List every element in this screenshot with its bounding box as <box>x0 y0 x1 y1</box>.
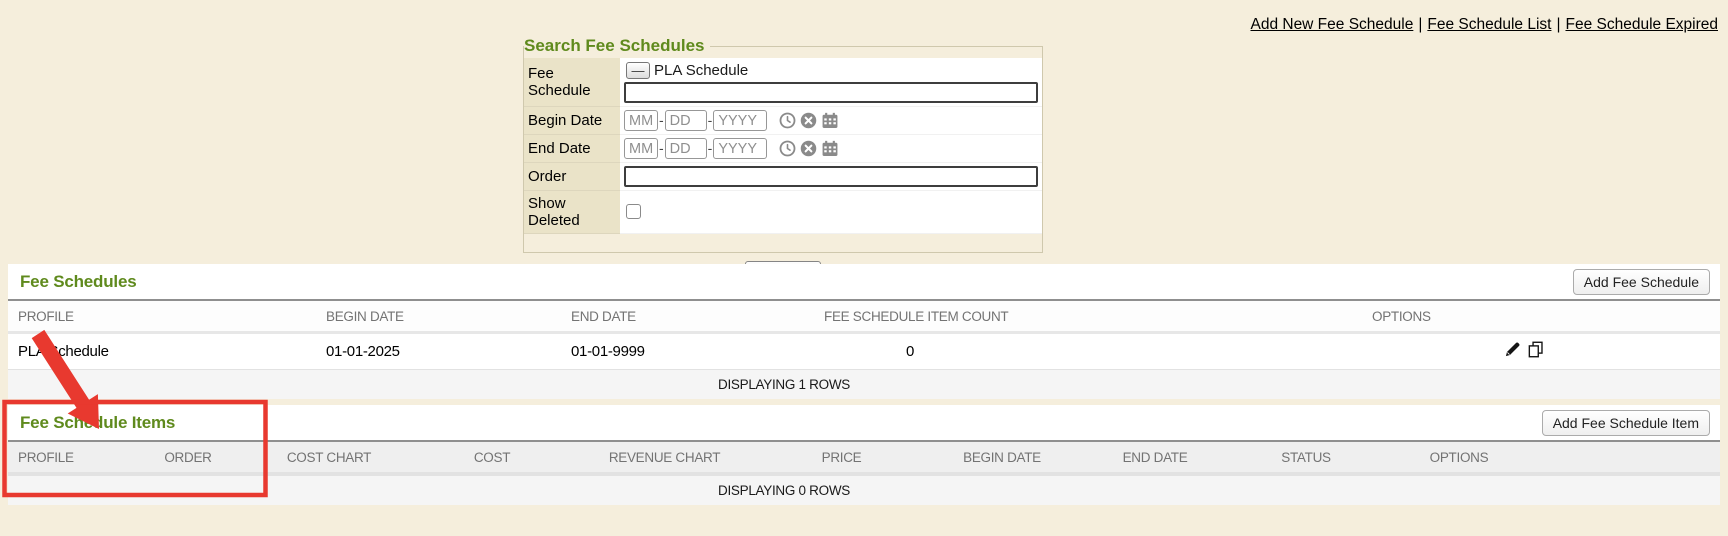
begin-date-icons <box>779 112 839 129</box>
calendar-icon[interactable] <box>821 112 839 129</box>
fee-schedule-items-panel: Fee Schedule Items Add Fee Schedule Item… <box>8 405 1720 505</box>
add-fee-schedule-item-button[interactable]: Add Fee Schedule Item <box>1542 410 1710 436</box>
add-fee-schedule-button[interactable]: Add Fee Schedule <box>1573 269 1710 295</box>
date-separator: - <box>659 140 664 156</box>
col-profile: PROFILE <box>8 442 128 474</box>
add-new-fee-schedule-link[interactable]: Add New Fee Schedule <box>1250 16 1413 33</box>
fee-schedule-items-header: Fee Schedule Items Add Fee Schedule Item <box>8 405 1720 440</box>
clear-icon[interactable] <box>800 140 817 157</box>
fee-schedule-items-title: Fee Schedule Items <box>20 413 175 432</box>
clock-icon[interactable] <box>779 112 796 129</box>
fee-schedule-items-table: PROFILE ORDER COST CHART COST REVENUE CH… <box>8 442 1720 505</box>
fee-schedule-expired-link[interactable]: Fee Schedule Expired <box>1565 16 1718 33</box>
nav-separator: | <box>1556 16 1560 33</box>
fee-schedules-header-row: PROFILE BEGIN DATE END DATE FEE SCHEDULE… <box>8 301 1720 333</box>
edit-icon[interactable] <box>1504 341 1521 358</box>
selected-fee-schedule-tag: — PLA Schedule <box>624 61 1038 82</box>
end-date-row: End Date -- <box>524 135 1042 163</box>
col-profile: PROFILE <box>8 301 316 333</box>
col-begin-date: BEGIN DATE <box>928 442 1076 474</box>
fee-schedule-label: Fee Schedule <box>524 58 620 107</box>
begin-date-month-input[interactable] <box>624 110 658 131</box>
selected-fee-schedule-label: PLA Schedule <box>654 62 748 79</box>
show-deleted-row: Show Deleted <box>524 191 1042 234</box>
search-fieldset: Search Fee Schedules Fee Schedule — PLA … <box>523 36 1043 253</box>
col-price: PRICE <box>755 442 928 474</box>
end-date-day-input[interactable] <box>665 138 707 159</box>
clear-icon[interactable] <box>800 112 817 129</box>
begin-date-year-input[interactable] <box>713 110 767 131</box>
begin-date-row: Begin Date -- <box>524 107 1042 135</box>
date-separator: - <box>708 112 713 128</box>
nav-separator: | <box>1418 16 1422 33</box>
col-options: OPTIONS <box>1362 301 1720 333</box>
col-options: OPTIONS <box>1378 442 1720 474</box>
fee-schedules-header: Fee Schedules Add Fee Schedule <box>8 264 1720 299</box>
order-row: Order <box>524 163 1042 191</box>
col-begin-date: BEGIN DATE <box>316 301 561 333</box>
end-date-icons <box>779 140 839 157</box>
fee-schedules-title: Fee Schedules <box>20 272 136 291</box>
fee-schedules-table: PROFILE BEGIN DATE END DATE FEE SCHEDULE… <box>8 301 1720 399</box>
end-date-label: End Date <box>524 135 620 163</box>
cell-item-count: 0 <box>814 333 1362 370</box>
fee-schedule-field: — PLA Schedule <box>620 58 1042 107</box>
cell-end-date: 01-01-9999 <box>561 333 814 370</box>
col-end-date: END DATE <box>1076 442 1234 474</box>
order-label: Order <box>524 163 620 191</box>
copy-icon[interactable] <box>1527 341 1544 358</box>
show-deleted-label: Show Deleted <box>524 191 620 234</box>
show-deleted-checkbox[interactable] <box>626 204 641 219</box>
fee-schedules-panel: Fee Schedules Add Fee Schedule PROFILE B… <box>8 264 1720 399</box>
show-deleted-field <box>620 191 1042 234</box>
cell-options <box>1362 333 1720 370</box>
col-end-date: END DATE <box>561 301 814 333</box>
cell-begin-date: 01-01-2025 <box>316 333 561 370</box>
top-nav: Add New Fee Schedule | Fee Schedule List | F… <box>1250 16 1718 34</box>
search-title: Search Fee Schedules <box>524 36 710 56</box>
col-status: STATUS <box>1234 442 1378 474</box>
clock-icon[interactable] <box>779 140 796 157</box>
row-option-icons <box>1504 341 1544 358</box>
displaying-rows-label: DISPLAYING 1 ROWS <box>8 370 1720 400</box>
fee-schedule-table-row[interactable]: PLA Schedule 01-01-2025 01-01-9999 0 <box>8 333 1720 370</box>
col-cost-chart: COST CHART <box>248 442 410 474</box>
date-separator: - <box>659 112 664 128</box>
begin-date-field: -- <box>620 107 1042 135</box>
cell-profile: PLA Schedule <box>8 333 316 370</box>
order-input[interactable] <box>624 166 1038 187</box>
fee-schedule-input[interactable] <box>624 82 1038 103</box>
fee-schedule-row: Fee Schedule — PLA Schedule <box>524 58 1042 107</box>
begin-date-label: Begin Date <box>524 107 620 135</box>
search-form-table: Fee Schedule — PLA Schedule Begin Date -… <box>524 58 1042 234</box>
fee-schedule-items-header-row: PROFILE ORDER COST CHART COST REVENUE CH… <box>8 442 1720 474</box>
col-item-count: FEE SCHEDULE ITEM COUNT <box>814 301 1362 333</box>
calendar-icon[interactable] <box>821 140 839 157</box>
col-order: ORDER <box>128 442 248 474</box>
col-cost: COST <box>410 442 574 474</box>
end-date-month-input[interactable] <box>624 138 658 159</box>
displaying-rows-label: DISPLAYING 0 ROWS <box>8 474 1720 505</box>
begin-date-day-input[interactable] <box>665 110 707 131</box>
col-revenue-chart: REVENUE CHART <box>574 442 755 474</box>
fee-schedules-footer-row: DISPLAYING 1 ROWS <box>8 370 1720 400</box>
fee-schedule-list-link[interactable]: Fee Schedule List <box>1427 16 1551 33</box>
date-separator: - <box>708 140 713 156</box>
order-field <box>620 163 1042 191</box>
search-fee-schedules-section: Search Fee Schedules Fee Schedule — PLA … <box>523 36 1043 284</box>
end-date-field: -- <box>620 135 1042 163</box>
fee-schedule-items-footer-row: DISPLAYING 0 ROWS <box>8 474 1720 505</box>
end-date-year-input[interactable] <box>713 138 767 159</box>
fee-schedule-page: { "colors": { "page_bg": "#f5eedc", "acc… <box>0 0 1728 536</box>
remove-tag-button[interactable]: — <box>626 62 650 79</box>
